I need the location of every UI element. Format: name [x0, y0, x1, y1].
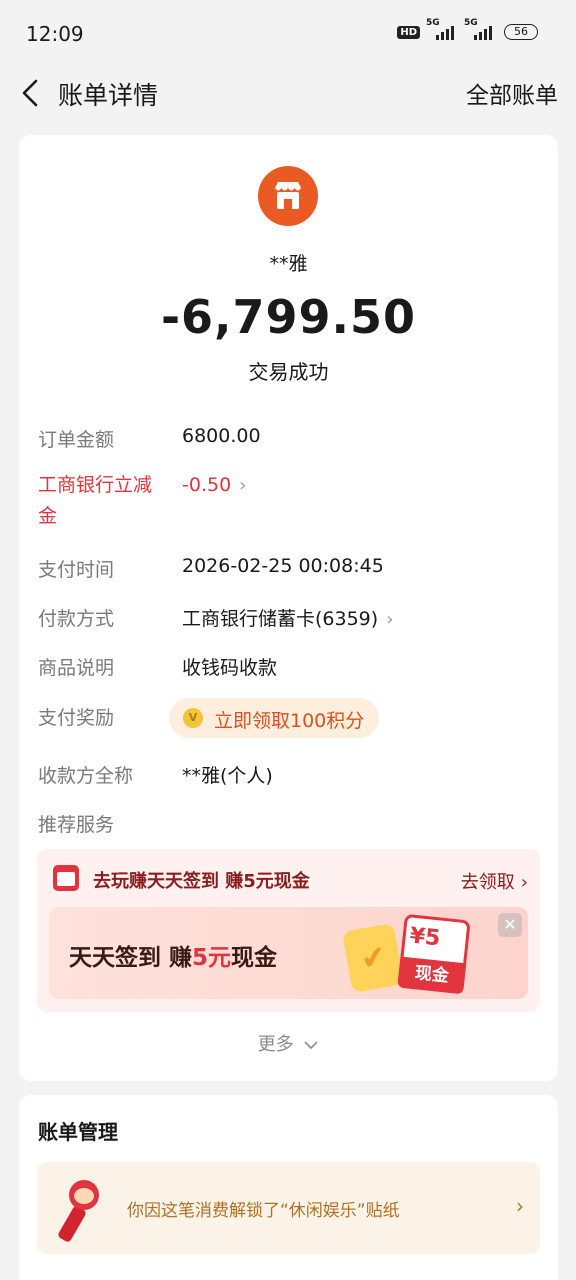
order-amount-value: 6800.00 — [182, 425, 261, 447]
coupon-amount: ¥5 — [408, 923, 442, 952]
network-type-2: 5G — [464, 18, 478, 28]
chevron-right-icon: › — [516, 1194, 524, 1218]
banner-text-prefix: 天天签到 赚 — [69, 945, 193, 971]
chevron-right-icon: › — [520, 872, 528, 893]
sticker-unlock-item[interactable]: 你因这笔消费解锁了“休闲娱乐”贴纸 › — [37, 1162, 540, 1254]
mascot-icon — [56, 1180, 109, 1244]
calendar-icon — [53, 865, 79, 891]
pay-time-value: 2026-02-25 00:08:45 — [182, 555, 384, 577]
discount-value: -0.50 — [182, 474, 232, 496]
pay-time-label: 支付时间 — [38, 559, 115, 581]
reward-label: 支付奖励 — [38, 707, 115, 729]
bill-detail-card: **雅 -6,799.50 交易成功 订单金额 6800.00 工商银行立减金 … — [19, 135, 558, 1081]
status-bar: 12:09 HD 5G 5G 56 — [0, 0, 576, 68]
claim-link-label: 去领取 — [460, 872, 515, 893]
claim-points-button[interactable]: V 立即领取100积分 — [169, 698, 379, 738]
pay-method-label: 付款方式 — [38, 608, 115, 630]
coin-icon: V — [183, 708, 203, 728]
signal-icon-1: 5G — [426, 18, 458, 40]
sticker-unlock-text: 你因这笔消费解锁了“休闲娱乐”贴纸 — [127, 1201, 400, 1221]
bill-management-title: 账单管理 — [38, 1120, 118, 1144]
nav-bar: 账单详情 全部账单 — [0, 68, 576, 116]
banner-headline: 天天签到 赚5元现金 — [69, 938, 277, 972]
banner-text-highlight: 5元 — [192, 945, 232, 971]
chevron-right-icon: › — [386, 609, 394, 630]
transaction-status: 交易成功 — [248, 360, 329, 384]
cash-coupon-icon: ¥5 现金 — [397, 913, 471, 995]
chevron-down-icon — [304, 1041, 318, 1050]
status-time: 12:09 — [26, 22, 84, 46]
banner-text-suffix: 现金 — [231, 945, 278, 971]
claim-link[interactable]: 去领取 › — [461, 868, 528, 894]
back-arrow-icon[interactable] — [18, 78, 44, 108]
checkin-calendar-icon: ✔ — [342, 922, 404, 994]
promo-banner[interactable]: 天天签到 赚5元现金 ✔ ¥5 现金 ✕ — [49, 907, 528, 999]
discount-label: 工商银行立减金 — [38, 474, 153, 527]
page-title: 账单详情 — [58, 81, 159, 110]
bill-management-card: 账单管理 你因这笔消费解锁了“休闲娱乐”贴纸 › — [19, 1095, 558, 1280]
pay-method-row[interactable]: 工商银行储蓄卡(6359) › — [182, 604, 393, 631]
close-icon[interactable]: ✕ — [498, 913, 522, 937]
battery-icon: 56 — [504, 24, 538, 40]
discount-value-row[interactable]: -0.50 › — [182, 474, 246, 496]
more-label: 更多 — [257, 1034, 294, 1055]
chevron-right-icon: › — [239, 475, 247, 496]
merchant-name: **雅 — [269, 253, 308, 275]
promo-title: 去玩赚天天签到 赚5元现金 — [93, 871, 310, 892]
signal-icon-2: 5G — [464, 18, 496, 40]
product-value: 收钱码收款 — [182, 657, 278, 679]
payee-label: 收款方全称 — [38, 765, 134, 787]
payee-value: **雅(个人) — [182, 765, 273, 787]
claim-points-label: 立即领取100积分 — [214, 710, 365, 732]
hd-icon: HD — [397, 25, 420, 39]
pay-method-value: 工商银行储蓄卡(6359) — [182, 608, 379, 630]
recommend-label: 推荐服务 — [38, 814, 115, 836]
network-type-1: 5G — [426, 18, 440, 28]
promo-card[interactable]: 去玩赚天天签到 赚5元现金 去领取 › 天天签到 赚5元现金 ✔ ¥5 现金 ✕ — [37, 849, 540, 1012]
shop-icon — [258, 166, 318, 226]
transaction-amount: -6,799.50 — [160, 290, 417, 344]
coupon-label: 现金 — [397, 956, 467, 995]
order-amount-label: 订单金额 — [38, 429, 115, 451]
product-label: 商品说明 — [38, 657, 115, 679]
all-bills-link[interactable]: 全部账单 — [466, 76, 558, 110]
status-icons: HD 5G 5G 56 — [397, 18, 538, 40]
more-button[interactable]: 更多 — [19, 1030, 558, 1056]
